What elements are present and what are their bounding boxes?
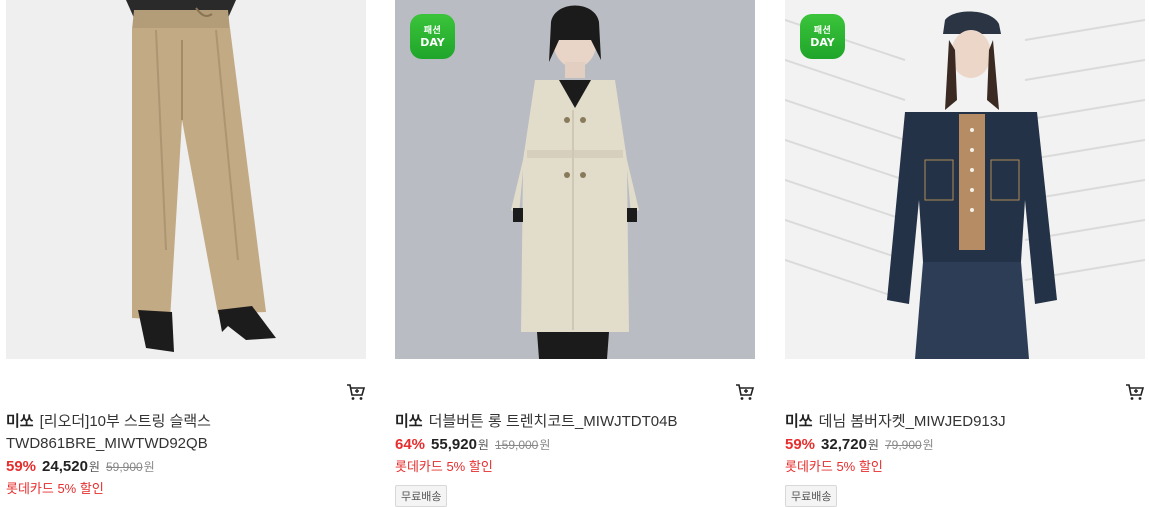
card-discount-promo: 롯데카드 5% 할인 <box>785 459 883 474</box>
product-card[interactable]: 패션 DAY 미쏘 데님 봄버자켓_MIWJED913J 59% 32,720원 79… <box>785 0 1145 507</box>
product-name: [리오더]10부 스트링 슬랙스 TWD861BRE_MIWTWD92QB <box>6 413 211 452</box>
product-title[interactable]: 미쏘 더블버튼 롱 트렌치코트_MIWJTDT04B <box>395 411 750 433</box>
original-price: 159,000 <box>494 438 539 452</box>
sale-price: 32,720 <box>821 436 867 453</box>
brand-name: 미쏘 <box>785 413 813 430</box>
price-row: 64% 55,920원 159,000원 <box>395 436 550 453</box>
discount-rate: 59% <box>785 436 816 453</box>
card-discount-promo: 롯데카드 5% 할인 <box>6 481 104 496</box>
brand-name: 미쏘 <box>6 413 34 430</box>
price-row: 59% 32,720원 79,900원 <box>785 436 934 453</box>
cart-icon[interactable] <box>346 382 366 402</box>
badge-line1: 패션 <box>813 25 832 36</box>
sale-price: 55,920 <box>431 436 477 453</box>
product-image-denim-jacket[interactable]: 패션 DAY <box>785 0 1145 359</box>
original-currency-unit: 원 <box>922 438 934 452</box>
product-title[interactable]: 미쏘 [리오더]10부 스트링 슬랙스 TWD861BRE_MIWTWD92QB <box>6 411 361 455</box>
sale-price: 24,520 <box>42 458 88 475</box>
original-currency-unit: 원 <box>539 438 551 452</box>
fashion-day-badge: 패션 DAY <box>410 14 455 59</box>
original-price: 79,900 <box>884 438 922 452</box>
product-card[interactable]: 패션 DAY 미쏘 더블버튼 롱 트렌치코트_MIWJTDT04B 64% 55,9… <box>395 0 755 507</box>
original-currency-unit: 원 <box>143 460 155 474</box>
currency-unit: 원 <box>867 438 879 452</box>
badge-line1: 패션 <box>423 25 442 36</box>
fashion-day-badge: 패션 DAY <box>800 14 845 59</box>
free-shipping-tag: 무료배송 <box>395 485 448 507</box>
cart-icon[interactable] <box>735 382 755 402</box>
currency-unit: 원 <box>88 460 100 474</box>
badge-line2: DAY <box>420 35 445 49</box>
product-card[interactable]: 미쏘 [리오더]10부 스트링 슬랙스 TWD861BRE_MIWTWD92QB … <box>6 0 366 496</box>
product-name: 더블버튼 롱 트렌치코트_MIWJTDT04B <box>428 413 678 430</box>
cart-icon[interactable] <box>1125 382 1145 402</box>
discount-rate: 59% <box>6 458 37 475</box>
free-shipping-tag: 무료배송 <box>785 485 838 507</box>
currency-unit: 원 <box>477 438 489 452</box>
product-name: 데님 봄버자켓_MIWJED913J <box>818 413 1006 430</box>
card-discount-promo: 롯데카드 5% 할인 <box>395 459 493 474</box>
original-price: 59,900 <box>105 460 143 474</box>
price-row: 59% 24,520원 59,900원 <box>6 458 155 475</box>
product-image-trench-coat[interactable]: 패션 DAY <box>395 0 755 359</box>
product-image-slacks[interactable] <box>6 0 366 359</box>
badge-line2: DAY <box>810 35 835 49</box>
discount-rate: 64% <box>395 436 426 453</box>
product-title[interactable]: 미쏘 데님 봄버자켓_MIWJED913J <box>785 411 1140 433</box>
brand-name: 미쏘 <box>395 413 423 430</box>
